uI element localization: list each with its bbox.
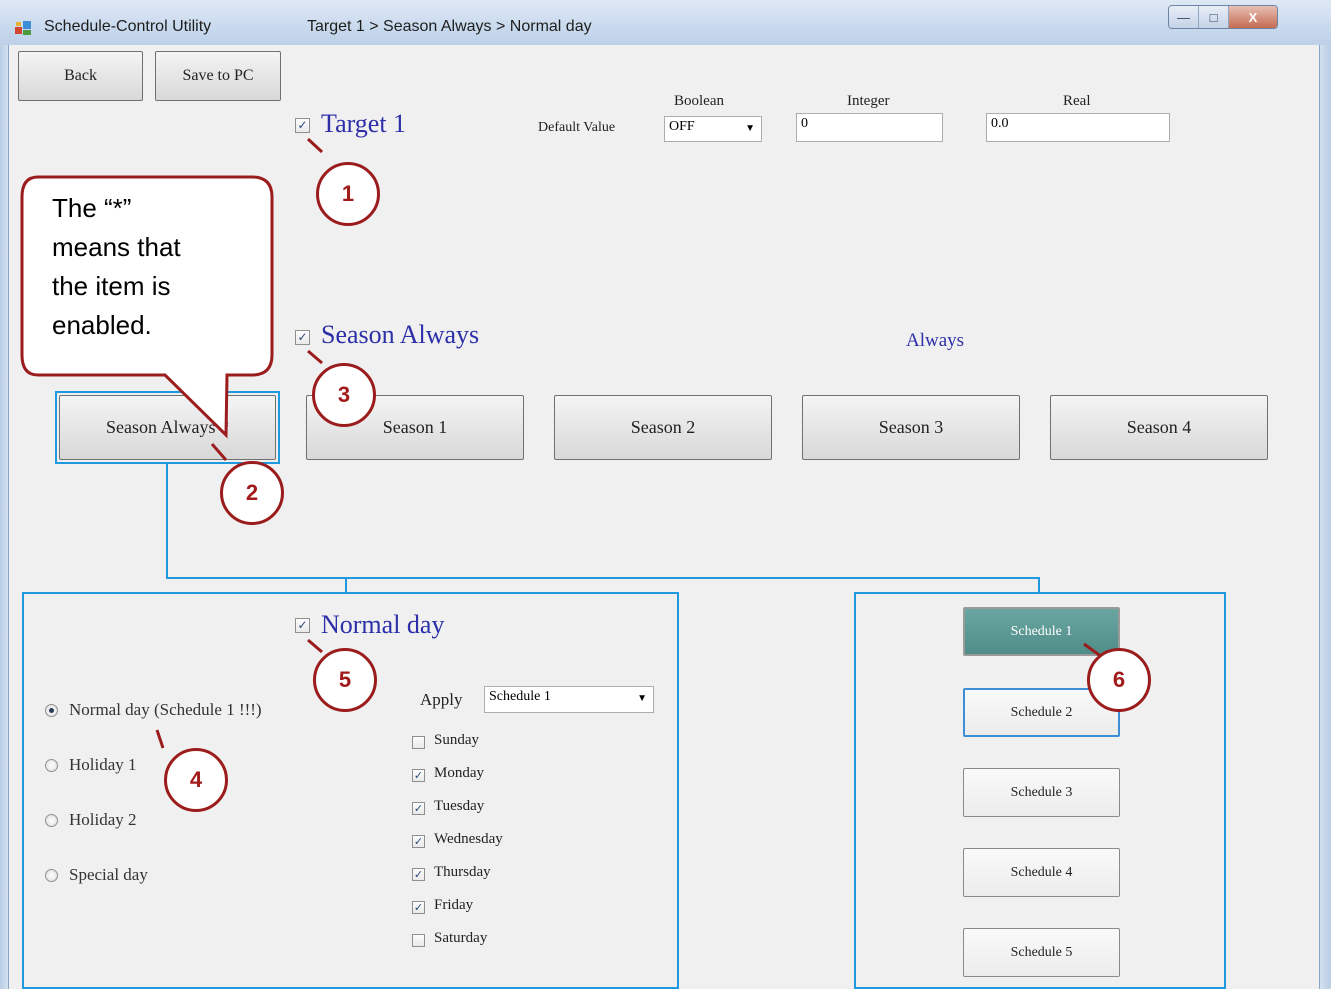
marker-6: 6 <box>1087 648 1151 712</box>
marker-4: 4 <box>164 748 228 812</box>
marker-3: 3 <box>312 363 376 427</box>
marker-pointers <box>155 137 1103 749</box>
marker-2: 2 <box>220 461 284 525</box>
marker-1: 1 <box>316 162 380 226</box>
marker-5: 5 <box>313 648 377 712</box>
